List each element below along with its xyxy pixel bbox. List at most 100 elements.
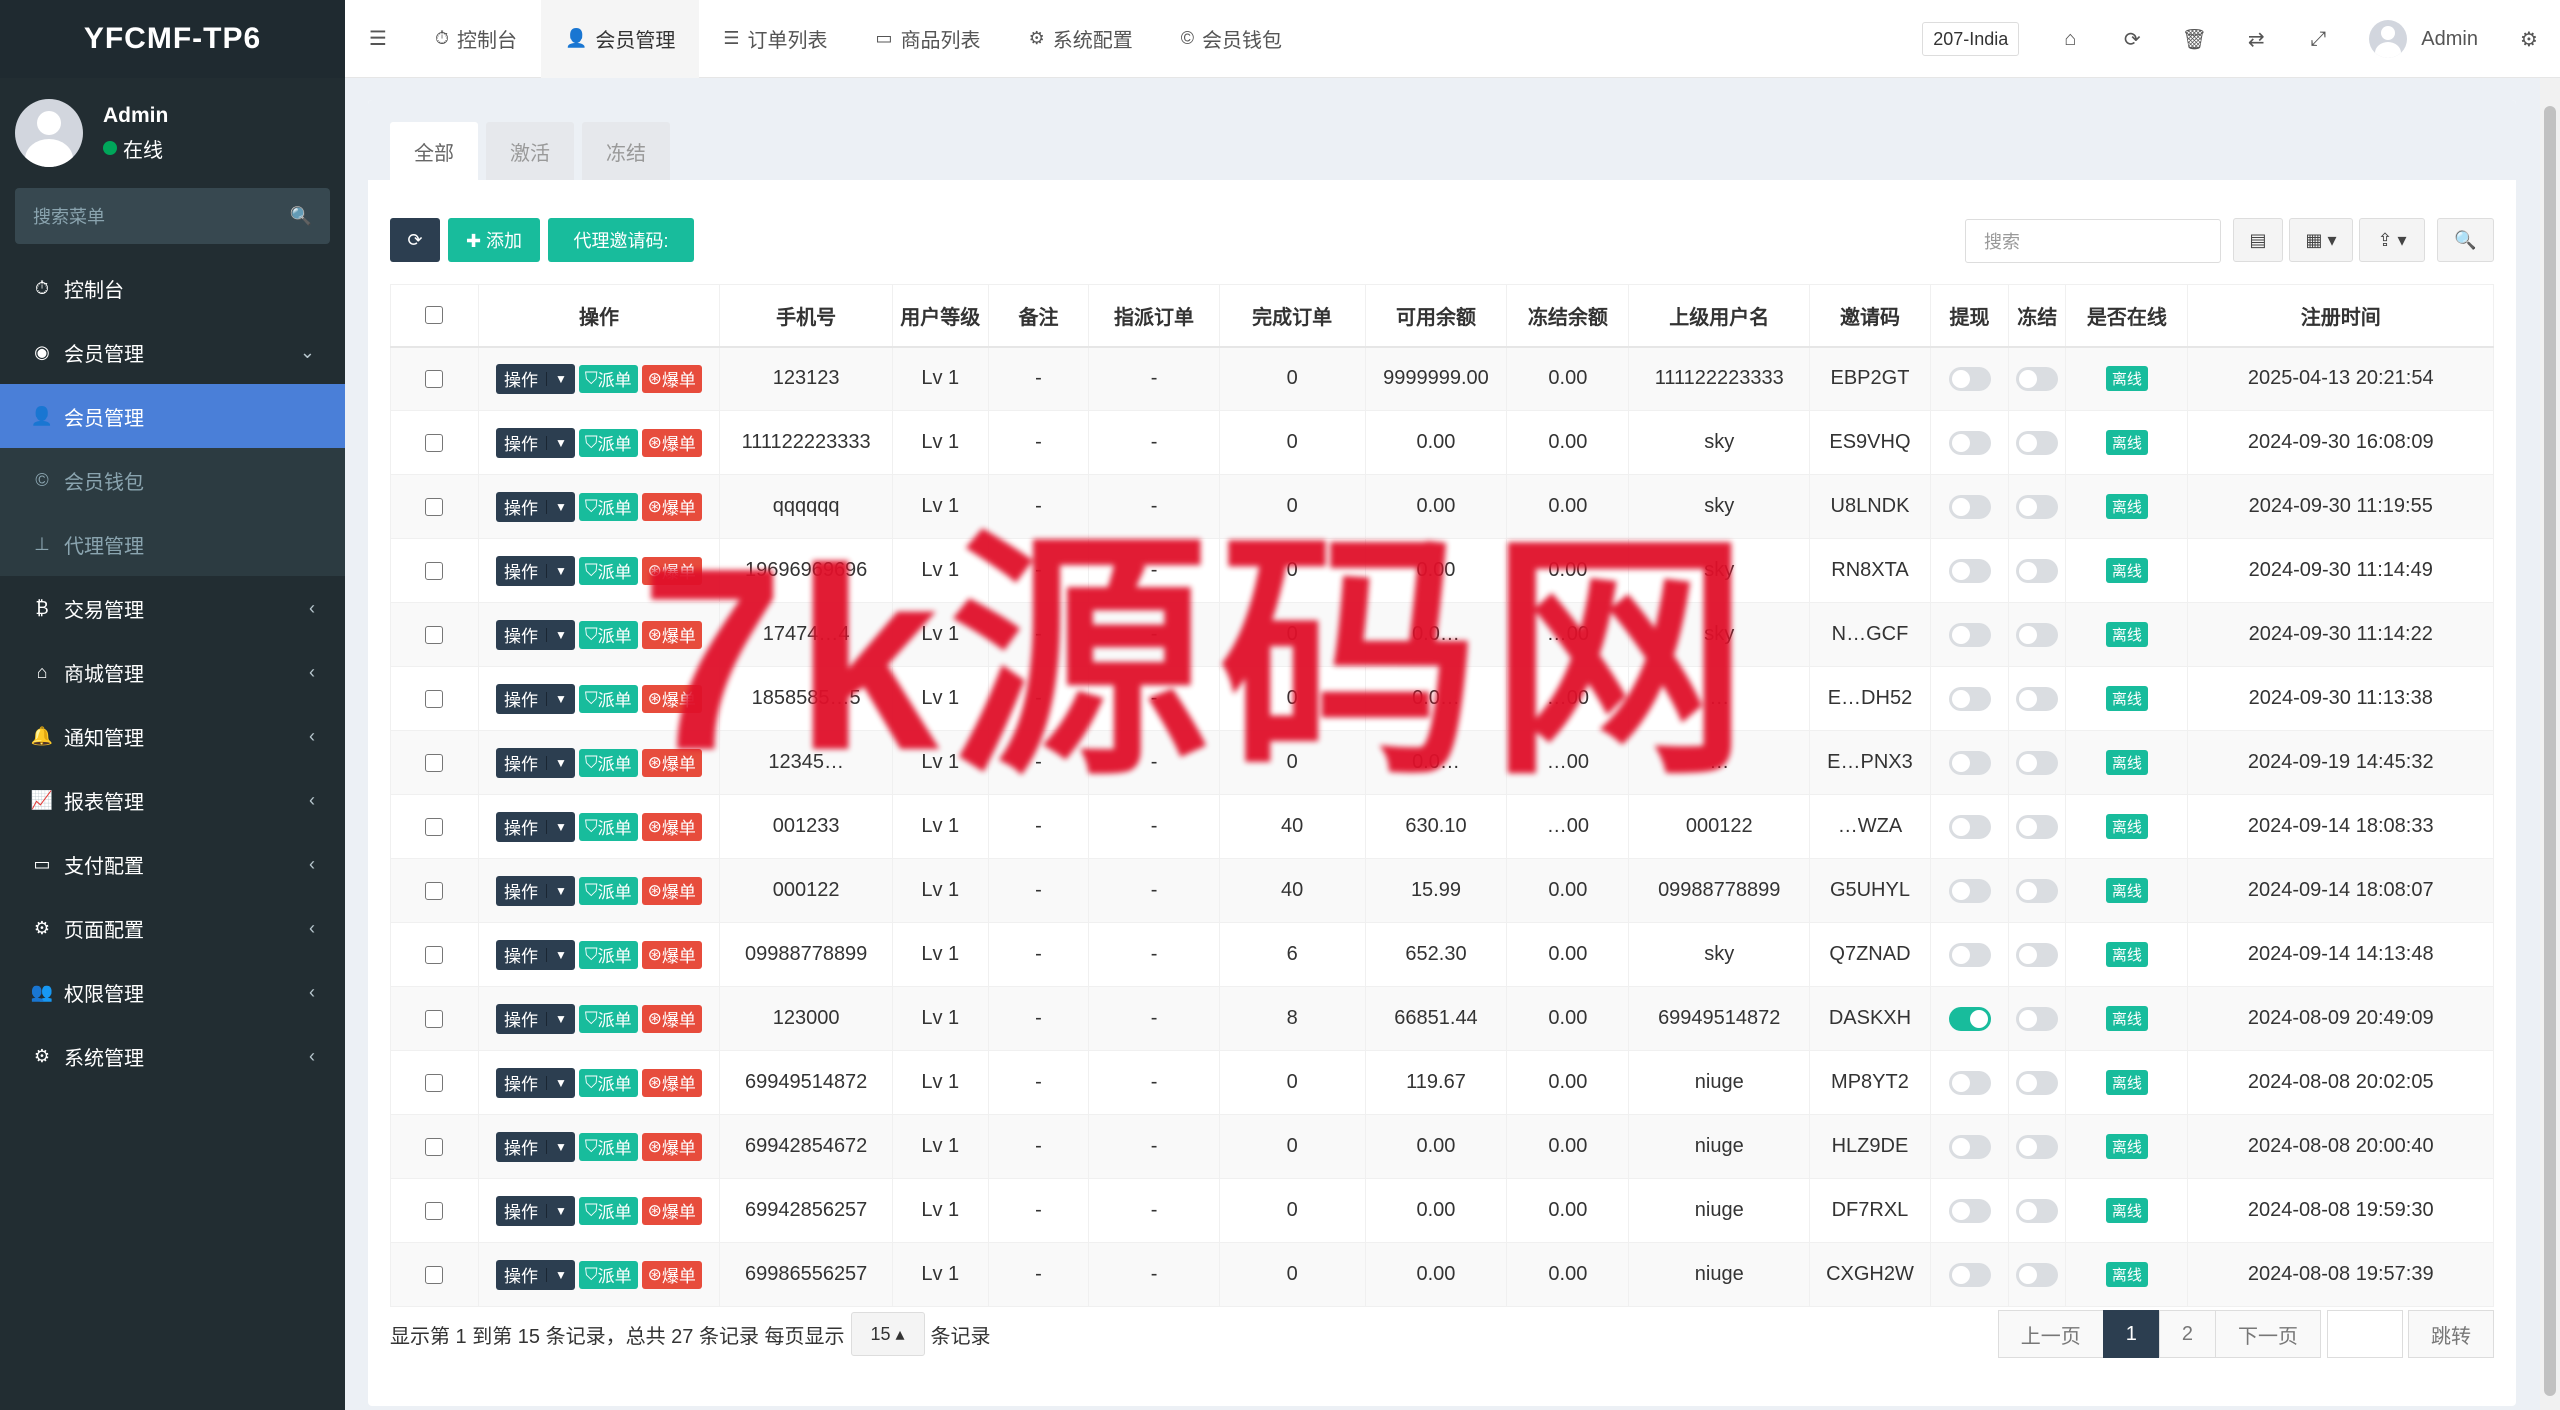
withdraw-toggle[interactable] (1948, 942, 1991, 967)
sidebar-item-7[interactable]: 🔔 通知管理 ‹ (0, 704, 345, 768)
operate-dropdown-button[interactable]: 操作 ▼ (496, 427, 575, 458)
column-header[interactable]: 完成订单 (1218, 284, 1366, 348)
sidebar-item-10[interactable]: ⚙ 页面配置 ‹ (0, 896, 345, 960)
row-checkbox[interactable] (425, 1265, 444, 1284)
freeze-toggle[interactable] (2016, 1198, 2059, 1223)
burst-button[interactable]: ⊛ 爆单 (641, 428, 702, 457)
row-checkbox[interactable] (425, 1201, 444, 1220)
row-checkbox[interactable] (425, 945, 444, 964)
dispatch-button[interactable]: ⛉ 派单 (578, 748, 638, 777)
column-header[interactable]: 操作 (477, 284, 721, 348)
operate-dropdown-button[interactable]: 操作 ▼ (496, 811, 575, 842)
burst-button[interactable]: ⊛ 爆单 (641, 1068, 702, 1097)
dispatch-button[interactable]: ⛉ 派单 (578, 812, 638, 841)
dispatch-button[interactable]: ⛉ 派单 (578, 492, 638, 521)
freeze-toggle[interactable] (2016, 1262, 2059, 1287)
sidebar-item-11[interactable]: 👥 权限管理 ‹ (0, 960, 345, 1024)
refresh-button[interactable]: ⟳ (390, 218, 440, 262)
status-tab-0[interactable]: 全部 (390, 122, 478, 180)
home-icon[interactable]: ⌂ (2039, 0, 2101, 78)
row-checkbox[interactable] (425, 1009, 444, 1028)
sidebar-item-3[interactable]: © 会员钱包 (0, 448, 345, 512)
page-button-2[interactable]: 2 (2158, 1310, 2216, 1358)
columns-button[interactable]: ▦ ▾ (2289, 218, 2353, 262)
withdraw-toggle[interactable] (1948, 430, 1991, 455)
burst-button[interactable]: ⊛ 爆单 (641, 1196, 702, 1225)
withdraw-toggle[interactable] (1948, 558, 1991, 583)
status-tab-2[interactable]: 冻结 (582, 122, 670, 180)
withdraw-toggle[interactable] (1948, 1134, 1991, 1159)
sidebar-item-5[interactable]: ₿ 交易管理 ‹ (0, 576, 345, 640)
app-logo[interactable]: YFCMF-TP6 (0, 0, 345, 78)
dispatch-button[interactable]: ⛉ 派单 (578, 428, 638, 457)
freeze-toggle[interactable] (2016, 686, 2059, 711)
column-header[interactable]: 上级用户名 (1628, 284, 1811, 348)
column-header[interactable]: 用户等级 (891, 284, 989, 348)
refresh-icon[interactable]: ⟳ (2101, 0, 2163, 78)
sidebar-item-2[interactable]: 👤 会员管理 (0, 384, 345, 448)
column-header[interactable]: 邀请码 (1809, 284, 1931, 348)
withdraw-toggle[interactable] (1948, 366, 1991, 391)
export-button[interactable]: ⇪ ▾ (2359, 218, 2425, 262)
operate-dropdown-button[interactable]: 操作 ▼ (496, 491, 575, 522)
trash-icon[interactable]: 🗑 (2163, 0, 2225, 78)
dispatch-button[interactable]: ⛉ 派单 (578, 684, 638, 713)
operate-dropdown-button[interactable]: 操作 ▼ (496, 683, 575, 714)
column-header[interactable]: 手机号 (719, 284, 893, 348)
page-scrollbar[interactable] (2540, 78, 2560, 1410)
operate-dropdown-button[interactable]: 操作 ▼ (496, 619, 575, 650)
page-button-1[interactable]: 1 (2102, 1310, 2160, 1358)
row-checkbox[interactable] (425, 753, 444, 772)
user-menu[interactable]: Admin (2349, 20, 2498, 58)
freeze-toggle[interactable] (2016, 366, 2059, 391)
row-checkbox[interactable] (425, 369, 444, 388)
row-checkbox[interactable] (425, 433, 444, 452)
invite-code-button[interactable]: 代理邀请码: (548, 218, 694, 262)
dispatch-button[interactable]: ⛉ 派单 (578, 1260, 638, 1289)
dispatch-button[interactable]: ⛉ 派单 (578, 364, 638, 393)
scrollbar-thumb[interactable] (2544, 106, 2556, 1396)
country-selector[interactable]: 207-India (1922, 22, 2020, 56)
withdraw-toggle[interactable] (1948, 494, 1991, 519)
select-all-checkbox[interactable] (425, 306, 444, 325)
operate-dropdown-button[interactable]: 操作 ▼ (496, 1131, 575, 1162)
sidebar-item-12[interactable]: ⚙ 系统管理 ‹ (0, 1024, 345, 1088)
top-tab-4[interactable]: ⚙ 系统配置 (1005, 0, 1157, 78)
freeze-toggle[interactable] (2016, 1006, 2059, 1031)
dispatch-button[interactable]: ⛉ 派单 (578, 876, 638, 905)
withdraw-toggle[interactable] (1948, 1262, 1991, 1287)
row-checkbox[interactable] (425, 689, 444, 708)
menu-search-input[interactable]: 搜索菜单 🔍 (15, 188, 330, 244)
freeze-toggle[interactable] (2016, 814, 2059, 839)
status-tab-1[interactable]: 激活 (486, 122, 574, 180)
column-header[interactable]: 指派订单 (1088, 284, 1220, 348)
operate-dropdown-button[interactable]: 操作 ▼ (496, 747, 575, 778)
column-header[interactable]: 冻结 (2008, 284, 2067, 348)
freeze-toggle[interactable] (2016, 494, 2059, 519)
operate-dropdown-button[interactable]: 操作 ▼ (496, 939, 575, 970)
withdraw-toggle[interactable] (1948, 686, 1991, 711)
burst-button[interactable]: ⊛ 爆单 (641, 1004, 702, 1033)
burst-button[interactable]: ⊛ 爆单 (641, 1132, 702, 1161)
withdraw-toggle[interactable] (1948, 622, 1991, 647)
sidebar-item-9[interactable]: ▭ 支付配置 ‹ (0, 832, 345, 896)
column-header[interactable]: 冻结余额 (1506, 284, 1630, 348)
column-header[interactable]: 是否在线 (2065, 284, 2189, 348)
top-tab-2[interactable]: ☰ 订单列表 (699, 0, 851, 78)
top-tab-3[interactable]: ▭ 商品列表 (852, 0, 1005, 78)
sidebar-item-0[interactable]: ⏱ 控制台 (0, 256, 345, 320)
burst-button[interactable]: ⊛ 爆单 (641, 812, 702, 841)
fullscreen-icon[interactable]: ⤢ (2287, 0, 2349, 78)
dispatch-button[interactable]: ⛉ 派单 (578, 1196, 638, 1225)
row-checkbox[interactable] (425, 625, 444, 644)
dispatch-button[interactable]: ⛉ 派单 (578, 1068, 638, 1097)
freeze-toggle[interactable] (2016, 750, 2059, 775)
withdraw-toggle[interactable] (1948, 750, 1991, 775)
sidebar-item-6[interactable]: ⌂ 商城管理 ‹ (0, 640, 345, 704)
jump-button[interactable]: 跳转 (2408, 1310, 2494, 1358)
withdraw-toggle[interactable] (1948, 1070, 1991, 1095)
burst-button[interactable]: ⊛ 爆单 (641, 556, 702, 585)
burst-button[interactable]: ⊛ 爆单 (641, 620, 702, 649)
top-tab-5[interactable]: © 会员钱包 (1157, 0, 1306, 78)
page-size-select[interactable]: 15 ▴ (850, 1312, 925, 1356)
